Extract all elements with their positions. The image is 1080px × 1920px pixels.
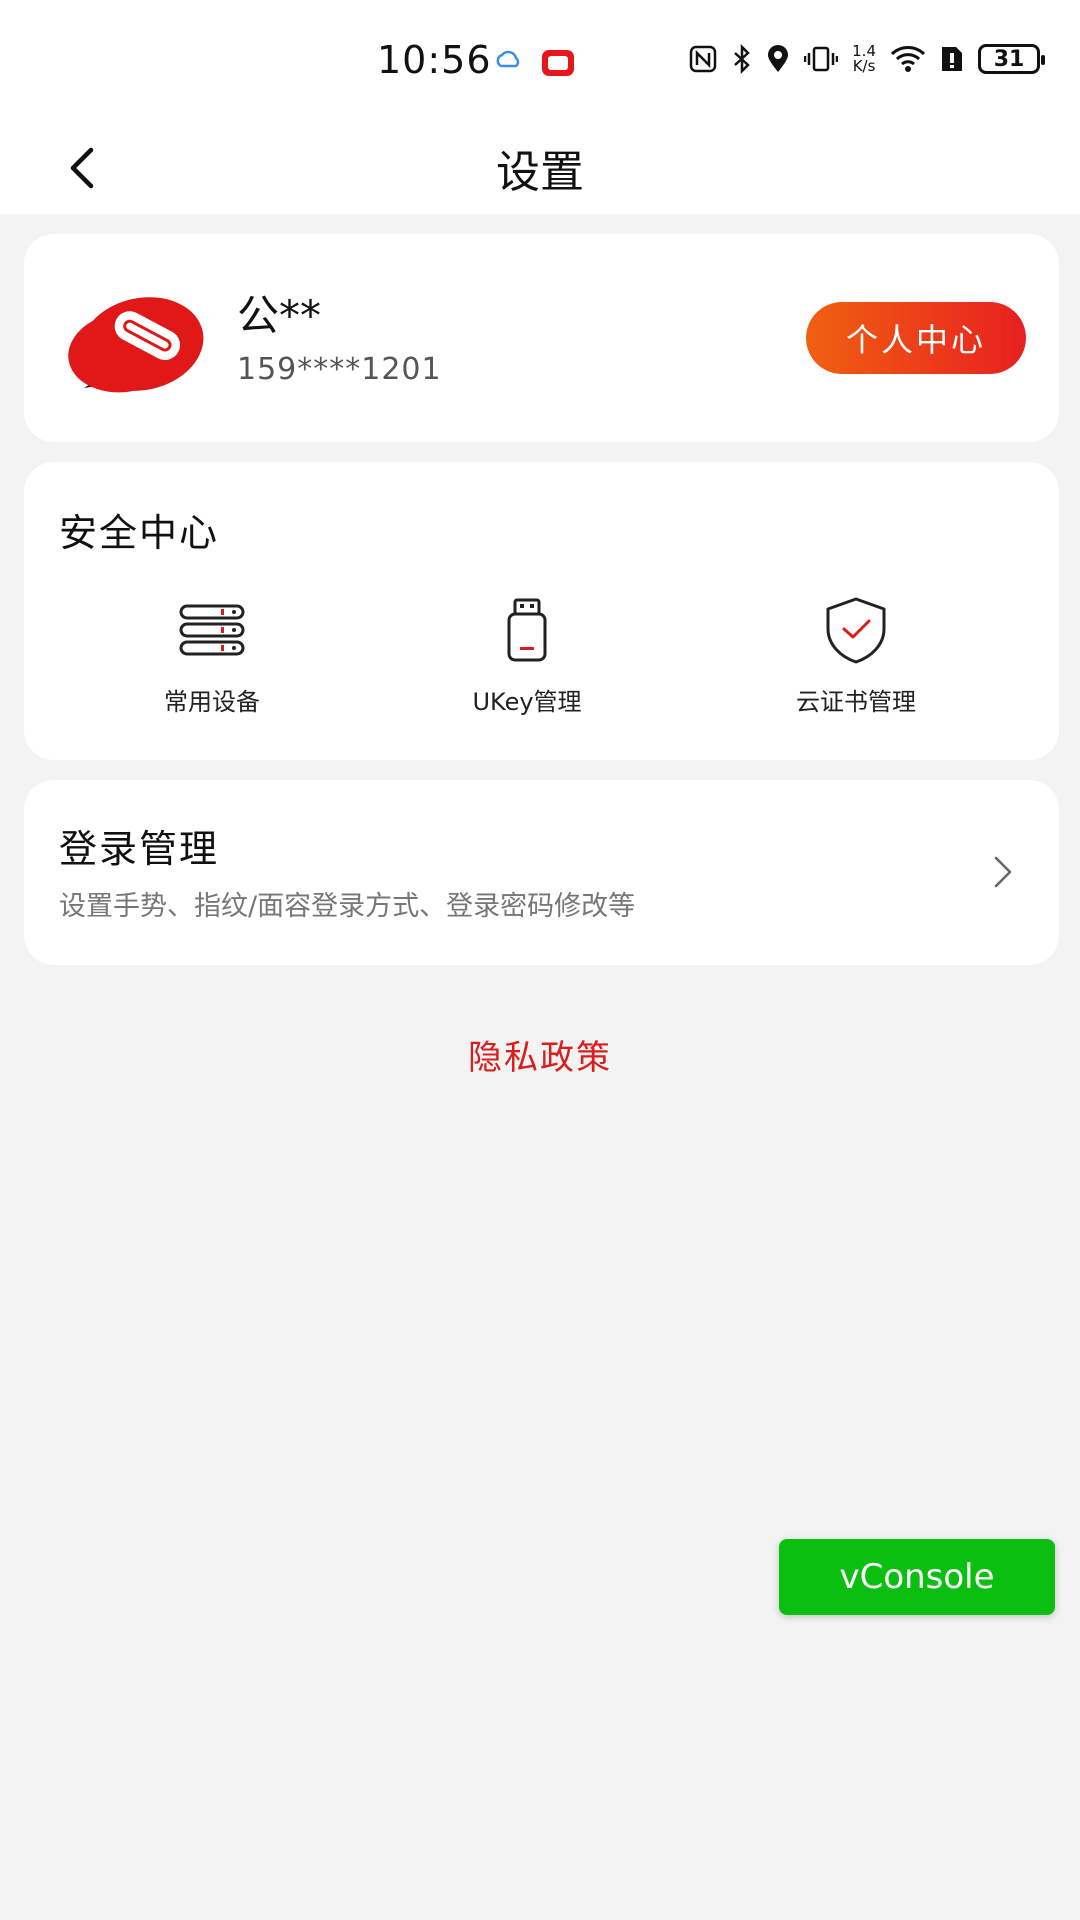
common-devices-label: 常用设备: [164, 688, 260, 716]
login-management-subtitle: 设置手势、指纹/面容登录方式、登录密码修改等: [59, 891, 636, 922]
cloud-certificate-label: 云证书管理: [796, 688, 916, 716]
status-bar: 10:56 1.4 K/s 31: [0, 0, 1080, 122]
nfc-icon: [688, 45, 718, 73]
cloud-sync-icon: [494, 50, 522, 76]
network-speed: 1.4 K/s: [852, 42, 876, 75]
ukey-management-item[interactable]: UKey管理: [417, 590, 637, 730]
login-management-card[interactable]: 登录管理 设置手势、指纹/面容登录方式、登录密码修改等: [24, 780, 1059, 965]
battery-indicator: 31: [978, 44, 1045, 74]
ukey-management-label: UKey管理: [472, 688, 582, 716]
personal-center-button[interactable]: 个人中心: [806, 302, 1026, 374]
device-list-icon: [172, 590, 252, 670]
vconsole-button[interactable]: vConsole: [779, 1539, 1055, 1615]
security-center-title: 安全中心: [59, 511, 220, 555]
status-time: 10:56: [377, 38, 492, 82]
user-name: 公**: [237, 291, 322, 340]
cloud-certificate-item[interactable]: 云证书管理: [746, 590, 966, 730]
chevron-right-icon: [983, 852, 1023, 892]
avatar[interactable]: [54, 290, 206, 400]
shield-check-icon: [816, 590, 896, 670]
sim-card-icon: [940, 45, 964, 73]
user-phone: 159****1201: [237, 352, 442, 387]
vibrate-icon: [804, 45, 839, 73]
privacy-policy-link[interactable]: 隐私政策: [0, 1030, 1080, 1079]
location-icon: [766, 44, 790, 74]
app-notification-icon: [540, 48, 576, 82]
common-devices-item[interactable]: 常用设备: [102, 590, 322, 730]
wifi-icon: [890, 45, 926, 73]
bluetooth-icon: [732, 44, 752, 74]
security-center-card: 安全中心 常用设备 UKey管理 云证书管理: [24, 462, 1059, 760]
status-icons: 1.4 K/s 31: [688, 42, 1045, 75]
nav-bar: 设置: [0, 122, 1080, 214]
page-title: 设置: [496, 147, 584, 198]
usb-key-icon: [487, 590, 567, 670]
login-management-title: 登录管理: [59, 827, 220, 871]
profile-card: 公** 159****1201 个人中心: [24, 234, 1059, 442]
